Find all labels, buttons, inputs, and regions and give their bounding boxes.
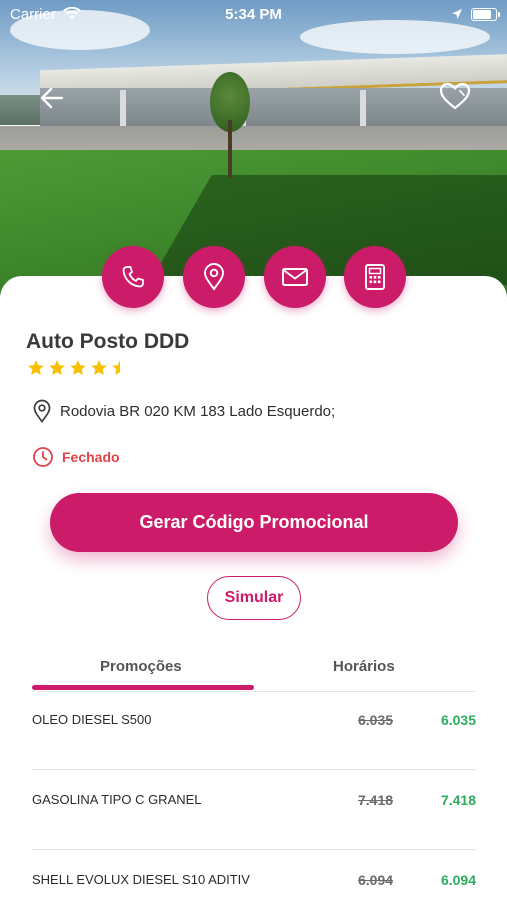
promo-price: 6.094: [440, 872, 476, 888]
simulate-button[interactable]: Simular: [207, 576, 301, 620]
map-pin-icon: [33, 399, 51, 423]
star-half-icon: [112, 360, 120, 375]
star-full-icon: [70, 360, 86, 375]
phone-icon: [122, 266, 144, 288]
product-name: GASOLINA TIPO C GRANEL: [32, 792, 202, 807]
list-item[interactable]: SHELL EVOLUX DIESEL S10 ADITIV 6.094 6.0…: [32, 850, 476, 900]
email-button[interactable]: [264, 246, 326, 308]
calculator-button[interactable]: [344, 246, 406, 308]
rating-stars: [27, 359, 129, 377]
status-bar: Carrier 5:34 PM: [0, 0, 507, 30]
product-name: OLEO DIESEL S500: [32, 712, 152, 727]
open-status-label: Fechado: [62, 449, 120, 465]
calculator-icon: [365, 264, 385, 290]
promo-price: 6.035: [440, 712, 476, 728]
tab-hours[interactable]: Horários: [333, 658, 395, 675]
list-item[interactable]: OLEO DIESEL S500 6.035 6.035: [32, 690, 476, 770]
promo-price: 7.418: [440, 792, 476, 808]
mail-icon: [282, 268, 308, 286]
old-price: 7.418: [358, 792, 394, 808]
generate-promo-code-button[interactable]: Gerar Código Promocional: [50, 493, 458, 552]
star-full-icon: [49, 360, 65, 375]
star-full-icon: [28, 360, 44, 375]
directions-button[interactable]: [183, 246, 245, 308]
tab-promotions[interactable]: Promoções: [100, 658, 182, 675]
station-name: Auto Posto DDD: [26, 330, 190, 353]
address-row: Rodovia BR 020 KM 183 Lado Esquerdo;: [32, 399, 335, 423]
product-name: SHELL EVOLUX DIESEL S10 ADITIV: [32, 872, 250, 887]
back-arrow-icon[interactable]: [38, 84, 66, 112]
battery-icon: [471, 8, 500, 21]
action-buttons: [102, 246, 406, 308]
map-pin-icon: [204, 263, 224, 291]
old-price: 6.094: [358, 872, 394, 888]
list-item[interactable]: GASOLINA TIPO C GRANEL 7.418 7.418: [32, 770, 476, 850]
open-status-row: Fechado: [32, 446, 120, 468]
favorite-heart-icon[interactable]: [438, 80, 472, 112]
clock-icon: [33, 447, 53, 467]
clock: 5:34 PM: [225, 6, 282, 23]
location-arrow-icon: [452, 9, 462, 19]
address-text: Rodovia BR 020 KM 183 Lado Esquerdo;: [60, 402, 336, 420]
old-price: 6.035: [358, 712, 394, 728]
tab-bar: Promoções Horários: [32, 650, 476, 692]
star-full-icon: [91, 360, 107, 375]
call-button[interactable]: [102, 246, 164, 308]
